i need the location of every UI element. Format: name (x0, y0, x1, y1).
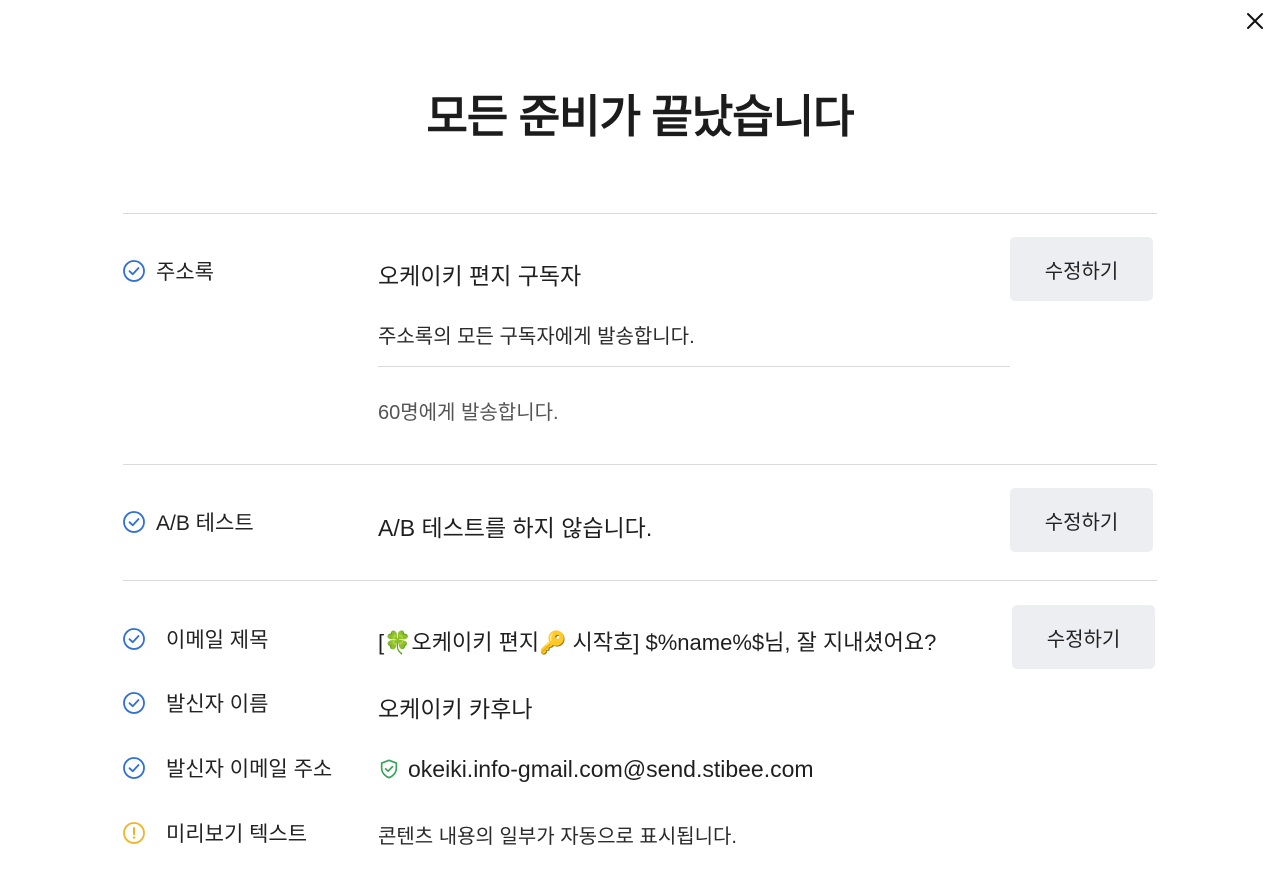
address-book-label-text: 주소록 (156, 261, 214, 284)
edit-address-book-button[interactable]: 수정하기 (1010, 237, 1153, 301)
email-subject-label: 이메일 제목 (122, 624, 268, 654)
address-book-value: 오케이키 편지 구독자 (378, 263, 582, 289)
close-button[interactable] (1240, 6, 1270, 36)
edit-ab-test-button[interactable]: 수정하기 (1010, 488, 1153, 552)
preview-text-label-text: 미리보기 텍스트 (166, 823, 308, 846)
check-circle-icon (123, 628, 145, 650)
ab-test-label: A/B 테스트 (122, 507, 254, 537)
divider (123, 213, 1157, 214)
check-circle-icon (123, 511, 145, 533)
divider (123, 464, 1157, 465)
warning-circle-icon (123, 822, 145, 844)
recipient-count: 60명에게 발송합니다. (378, 402, 559, 424)
sender-name-value: 오케이키 카후나 (378, 696, 533, 722)
preview-text-label: 미리보기 텍스트 (122, 818, 307, 848)
sender-email-label: 발신자 이메일 주소 (122, 753, 332, 783)
shield-check-icon (380, 759, 398, 779)
inner-divider (378, 366, 1010, 367)
sender-email-value: okeiki.info-gmail.com@send.stibee.com (408, 756, 814, 782)
preview-text-value: 콘텐츠 내용의 일부가 자동으로 표시됩니다. (378, 826, 737, 848)
ab-test-label-text: A/B 테스트 (156, 512, 254, 535)
address-book-description: 주소록의 모든 구독자에게 발송합니다. (378, 326, 695, 348)
sender-name-label-text: 발신자 이름 (166, 693, 269, 716)
page-title: 모든 준비가 끝났습니다 (426, 91, 854, 142)
email-subject-value: [🍀오케이키 편지🔑 시작호] $%name%$님, 잘 지내셨어요? (378, 630, 937, 655)
sender-name-label: 발신자 이름 (122, 688, 268, 718)
close-icon (1247, 13, 1263, 29)
check-circle-icon (123, 757, 145, 779)
sender-email-row: okeiki.info-gmail.com@send.stibee.com (378, 756, 814, 783)
divider (123, 580, 1157, 581)
check-circle-icon (123, 260, 145, 282)
address-book-label: 주소록 (122, 256, 214, 286)
sender-email-label-text: 발신자 이메일 주소 (166, 758, 333, 781)
ab-test-value: A/B 테스트를 하지 않습니다. (378, 515, 653, 541)
email-subject-label-text: 이메일 제목 (166, 629, 269, 652)
check-circle-icon (123, 692, 145, 714)
edit-email-button[interactable]: 수정하기 (1012, 605, 1155, 669)
